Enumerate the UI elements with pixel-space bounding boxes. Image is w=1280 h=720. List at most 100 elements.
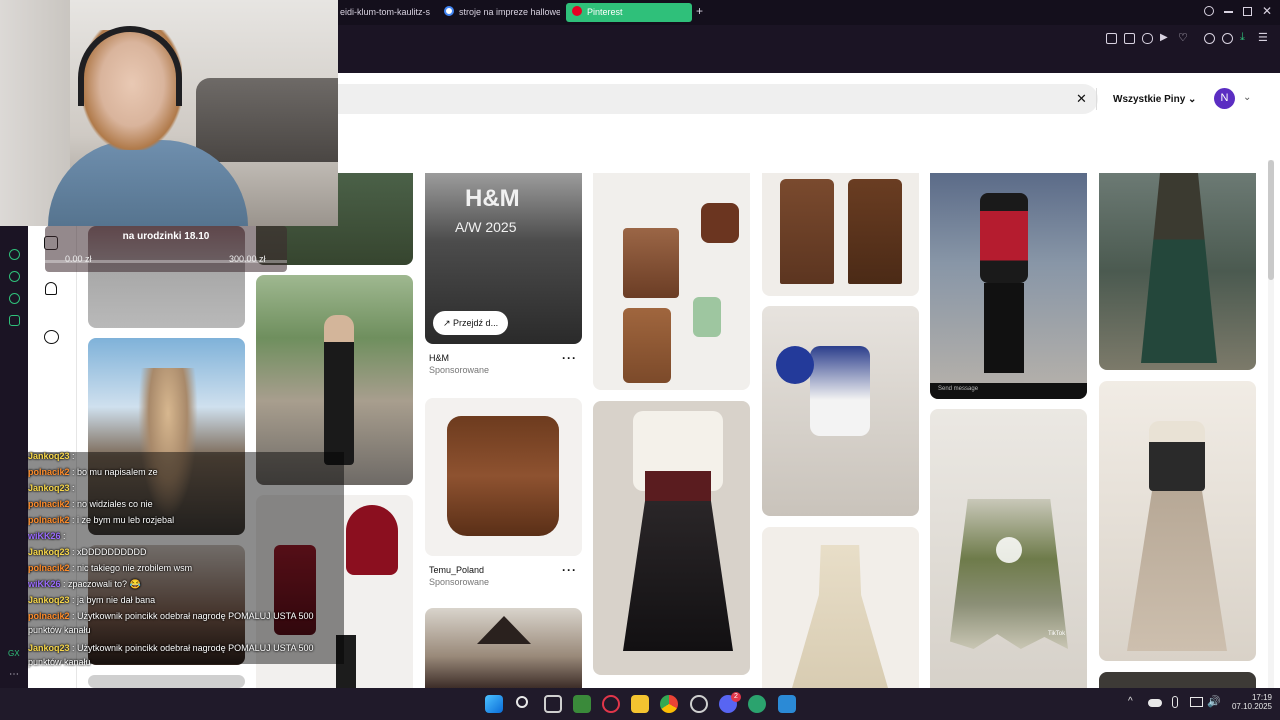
app-icon[interactable] bbox=[778, 695, 796, 713]
tab-heidi-klum[interactable]: eidi-klum-tom-kaulitz-s bbox=[334, 3, 434, 22]
pin-fairy-skirt-video[interactable]: TikTok bbox=[930, 409, 1087, 688]
pin-skirt bbox=[623, 228, 679, 298]
chat-text: zpaczowali to? 😂 bbox=[68, 579, 141, 589]
chat-message: punktów kanału bbox=[28, 625, 348, 635]
avatar[interactable]: N bbox=[1214, 88, 1235, 109]
gx-icon[interactable]: GX bbox=[8, 649, 20, 658]
chat-text: ja bym nie dał bana bbox=[77, 595, 156, 605]
pin-brown-skirt-outfit[interactable] bbox=[593, 173, 750, 390]
history-icon[interactable] bbox=[9, 271, 20, 282]
screenshot-icon[interactable] bbox=[1124, 33, 1135, 44]
close-icon[interactable]: ✕ bbox=[1262, 4, 1272, 18]
filter-label: Wszystkie Piny bbox=[1113, 94, 1186, 105]
app-icon[interactable] bbox=[573, 695, 591, 713]
minimize-icon[interactable] bbox=[1224, 11, 1233, 13]
sidebar-shortcut-icon[interactable] bbox=[9, 249, 20, 260]
tray-chevron-icon[interactable]: ^ bbox=[1128, 696, 1133, 707]
pin-partial[interactable] bbox=[1099, 672, 1256, 688]
pin-figure bbox=[810, 346, 870, 436]
display-icon[interactable] bbox=[1190, 697, 1203, 707]
settings-icon[interactable] bbox=[9, 315, 20, 326]
shield-icon[interactable] bbox=[1142, 33, 1153, 44]
pin-partial[interactable] bbox=[88, 675, 245, 688]
bookmark-icon[interactable] bbox=[1106, 33, 1117, 44]
tab-google-search[interactable]: stroje na impreze hallowe bbox=[438, 3, 560, 22]
chat-sep: : bbox=[69, 563, 78, 573]
pin-more-button[interactable]: ··· bbox=[562, 563, 577, 577]
task-view-icon[interactable] bbox=[544, 695, 562, 713]
chrome-icon[interactable] bbox=[660, 695, 678, 713]
chat-user: Jankoq23 bbox=[28, 547, 70, 557]
account-icon[interactable] bbox=[1222, 33, 1233, 44]
pin-cream-dress[interactable] bbox=[762, 527, 919, 688]
app-icon[interactable] bbox=[748, 695, 766, 713]
clock[interactable]: 17:19 07.10.2025 bbox=[1226, 693, 1272, 711]
scrollbar-track[interactable] bbox=[1268, 160, 1274, 688]
goal-title: na urodzinki 18.10 bbox=[122, 231, 210, 242]
pin-corset-dresses[interactable] bbox=[762, 173, 919, 296]
file-explorer-icon[interactable] bbox=[631, 695, 649, 713]
pin-sash bbox=[645, 471, 711, 501]
chat-user: Jankoq23 bbox=[28, 451, 70, 461]
pin-skirt bbox=[1127, 491, 1227, 651]
chat-sep: : bbox=[69, 451, 75, 461]
menu-icon[interactable]: ☰ bbox=[1258, 31, 1268, 44]
pin-brand-temu[interactable]: Temu_Poland bbox=[429, 565, 484, 575]
visit-site-button[interactable]: ↗ Przejdź d... bbox=[433, 311, 509, 335]
pin-green-skirt-outfit[interactable] bbox=[1099, 173, 1256, 370]
pin-corset-b bbox=[848, 179, 902, 284]
volume-icon[interactable]: 🔊 bbox=[1207, 695, 1221, 708]
play-video-icon[interactable] bbox=[996, 537, 1022, 563]
pin-cheerleader[interactable] bbox=[762, 306, 919, 516]
chat-message: polnacik2 : i ze bym mu leb rozjebal bbox=[28, 515, 348, 525]
extensions-sidebar-icon[interactable] bbox=[9, 293, 20, 304]
pin-cowboy-boots bbox=[623, 308, 671, 383]
chat-user: Jankoq23 bbox=[28, 643, 70, 653]
chat-message: polnacik2 : Użytkownik poincikk odebrał … bbox=[28, 611, 348, 621]
opera-gx-icon[interactable] bbox=[602, 695, 620, 713]
chat-user: polnacik2 bbox=[28, 563, 70, 573]
tiktok-watermark: TikTok bbox=[1048, 631, 1066, 637]
start-icon[interactable] bbox=[485, 695, 503, 713]
pin-figure bbox=[324, 315, 354, 465]
maximize-icon[interactable] bbox=[1243, 7, 1252, 16]
goal-current: 0.00 zł bbox=[65, 254, 92, 264]
pin-more-button[interactable]: ··· bbox=[562, 351, 577, 365]
send-message-label: Send message bbox=[938, 386, 979, 392]
notification-badge: 2 bbox=[731, 692, 741, 702]
settings-icon[interactable] bbox=[690, 695, 708, 713]
pin-hm-ad[interactable]: H&M A/W 2025 ↗ Przejdź d... bbox=[425, 173, 582, 344]
new-tab-button[interactable]: + bbox=[696, 4, 703, 18]
chat-sep: : bbox=[60, 531, 66, 541]
pin-brand-hm[interactable]: H&M bbox=[429, 353, 449, 363]
chat-user: polnacik2 bbox=[28, 467, 70, 477]
scrollbar-thumb[interactable] bbox=[1268, 160, 1274, 280]
pin-red-corset-outfit[interactable]: Send message bbox=[930, 173, 1087, 399]
search-icon[interactable] bbox=[1204, 6, 1214, 16]
account-chevron-icon[interactable]: ⌄ bbox=[1243, 92, 1251, 103]
pin-pirate-outfit[interactable] bbox=[593, 401, 750, 675]
filter-dropdown[interactable]: Wszystkie Piny ⌄ bbox=[1113, 94, 1196, 105]
download-icon[interactable]: ⤓ bbox=[1240, 31, 1245, 44]
pinterest-search-bar[interactable] bbox=[338, 84, 1098, 114]
chat-text: bo mu napisalem ze bbox=[77, 467, 158, 477]
pin-figure bbox=[1141, 173, 1217, 363]
heart-icon[interactable]: ♡ bbox=[1178, 31, 1188, 44]
microphone-icon[interactable] bbox=[1172, 696, 1178, 708]
clear-search-button[interactable]: ✕ bbox=[1076, 91, 1087, 107]
cloud-icon[interactable] bbox=[1148, 699, 1162, 707]
pin-leather-belt[interactable] bbox=[425, 398, 582, 556]
search-icon[interactable] bbox=[516, 696, 528, 708]
pin-skirt bbox=[950, 499, 1068, 649]
pin-figure bbox=[980, 193, 1028, 283]
notifications-icon[interactable] bbox=[45, 282, 57, 295]
pin-witch-hat bbox=[477, 616, 531, 644]
tab-pinterest[interactable]: Pinterest bbox=[566, 3, 692, 22]
extensions-icon[interactable] bbox=[1204, 33, 1215, 44]
messages-icon[interactable] bbox=[44, 330, 59, 344]
play-icon[interactable]: ▶ bbox=[1160, 32, 1168, 43]
pin-renaissance-outfit[interactable] bbox=[1099, 381, 1256, 661]
chat-message: Jankoq23 : bbox=[28, 451, 348, 461]
more-icon[interactable]: ⋯ bbox=[9, 669, 19, 680]
pin-witch[interactable] bbox=[425, 608, 582, 688]
